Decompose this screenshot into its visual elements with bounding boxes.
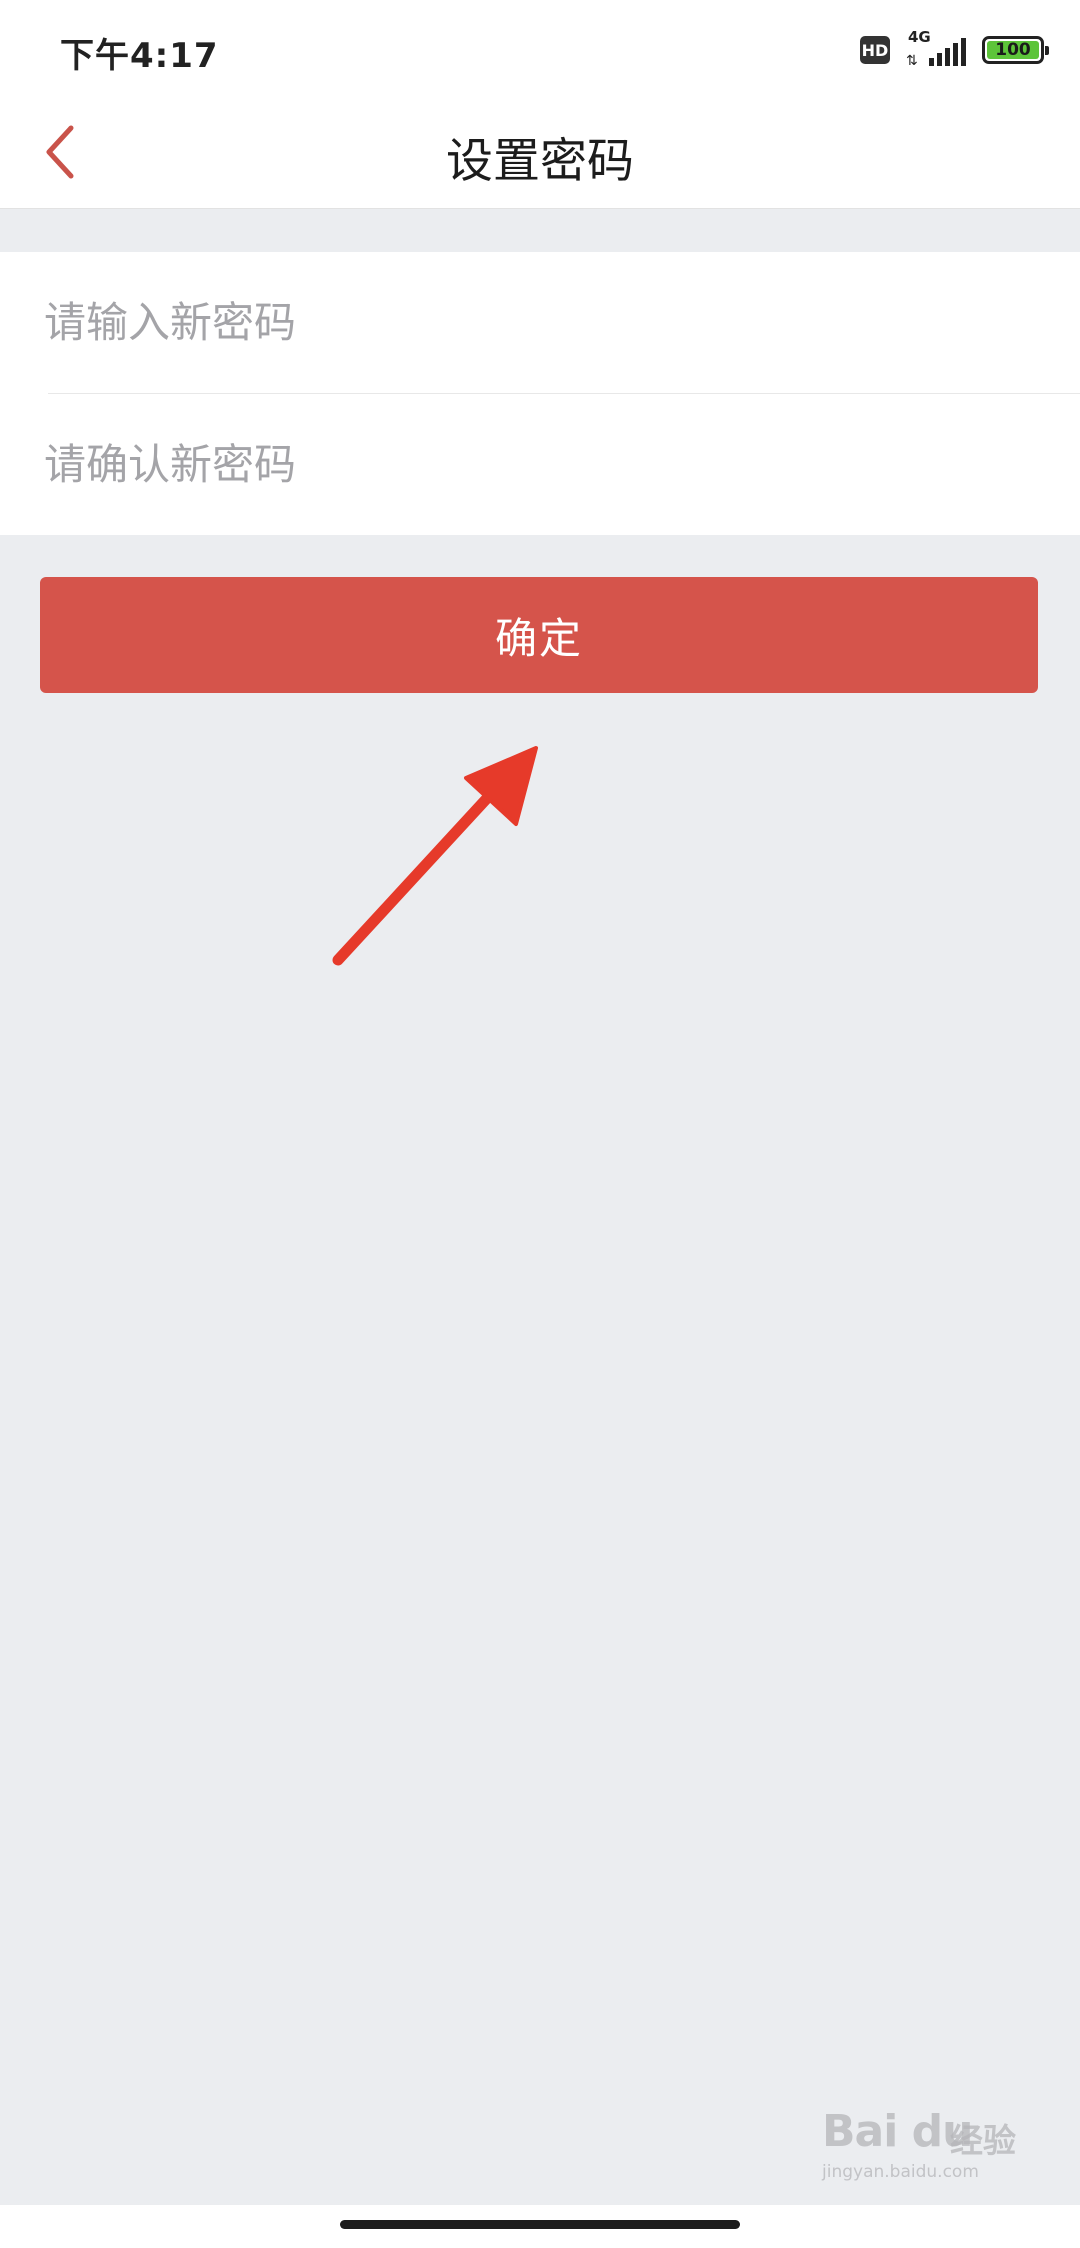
navigation-bar: 设置密码 xyxy=(0,96,1080,209)
hd-icon: HD xyxy=(860,36,890,64)
cellular-signal-icon: 4G ⇅ xyxy=(906,28,966,69)
annotation-arrow-icon xyxy=(332,746,538,966)
status-icons: HD 4G ⇅ 100 xyxy=(860,28,1049,70)
confirm-password-input[interactable] xyxy=(44,394,1044,535)
data-transfer-icon: ⇅ xyxy=(906,53,918,69)
new-password-input[interactable] xyxy=(44,252,1044,393)
home-indicator[interactable] xyxy=(340,2220,740,2229)
page-title: 设置密码 xyxy=(446,134,634,189)
status-bar: 下午4:17 HD 4G ⇅ 100 xyxy=(0,0,1080,96)
battery-tip xyxy=(1045,46,1049,55)
watermark-url: jingyan.baidu.com xyxy=(822,2162,979,2182)
password-form xyxy=(0,252,1080,535)
status-time: 下午4:17 xyxy=(60,36,219,76)
signal-bars-icon xyxy=(929,38,966,66)
battery-icon: 100 xyxy=(982,36,1049,64)
battery-level: 100 xyxy=(987,40,1039,60)
watermark-text: 经验 xyxy=(950,2121,1016,2160)
new-password-row xyxy=(0,252,1080,394)
network-type-label: 4G xyxy=(908,28,931,46)
confirm-password-row xyxy=(0,394,1080,535)
watermark: Bai du 经验 jingyan.baidu.com xyxy=(822,2102,1022,2192)
confirm-button[interactable]: 确定 xyxy=(40,577,1038,693)
